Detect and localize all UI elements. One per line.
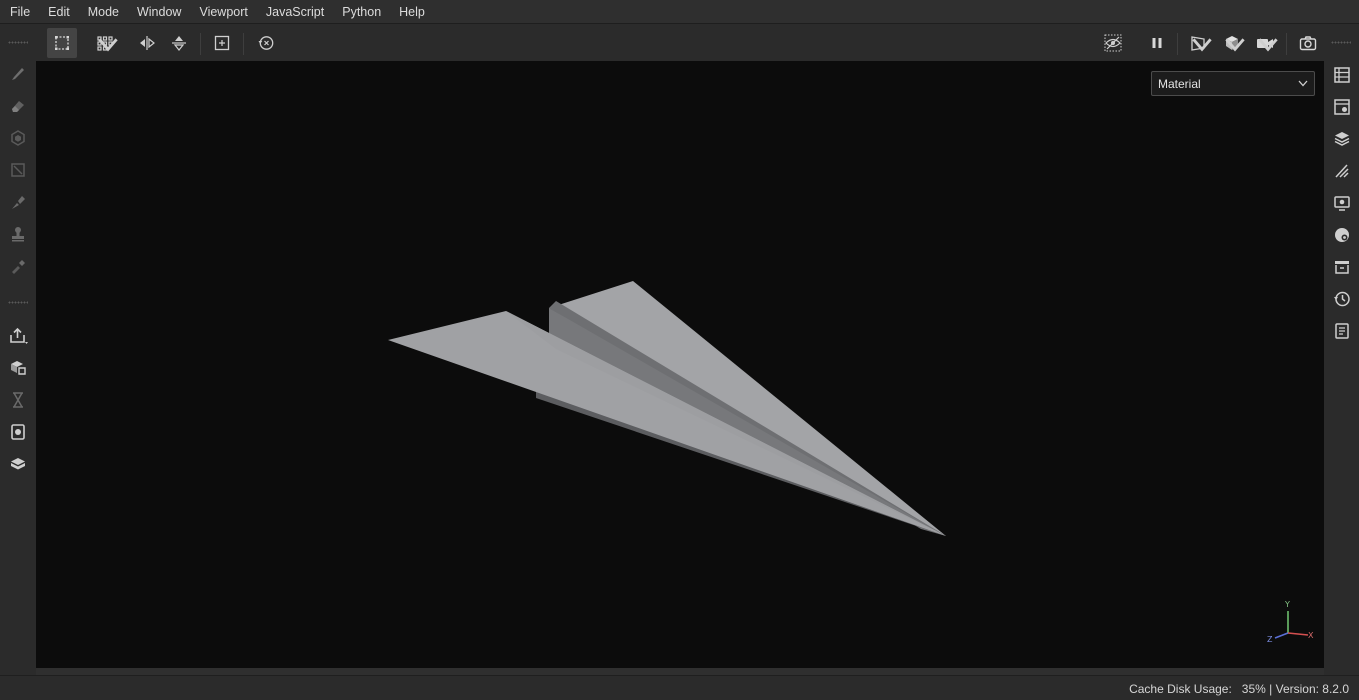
color-picker-icon[interactable]	[2, 251, 34, 281]
3d-viewport[interactable]: Material Y X Z	[36, 61, 1324, 668]
viewport-toolbar	[36, 25, 1324, 61]
viewport-bottom-edge	[36, 668, 1324, 675]
axis-label-z: Z	[1267, 635, 1273, 644]
screenshot-report-icon[interactable]	[2, 417, 34, 447]
polygon-fill-tool-icon[interactable]	[2, 155, 34, 185]
chevron-down-icon	[1298, 80, 1308, 87]
axis-gizmo: Y X Z	[1264, 599, 1320, 647]
menu-bar: File Edit Mode Window Viewport JavaScrip…	[0, 0, 1359, 24]
menu-viewport[interactable]: Viewport	[191, 0, 255, 24]
eraser-icon[interactable]	[2, 91, 34, 121]
tray-grip[interactable]	[8, 41, 28, 44]
texture-set-settings-icon[interactable]	[1326, 92, 1358, 122]
menu-mode[interactable]: Mode	[80, 0, 127, 24]
export-icon[interactable]	[2, 321, 34, 351]
menu-help[interactable]: Help	[391, 0, 433, 24]
shelf-icon[interactable]	[2, 449, 34, 479]
display-mode-dropdown-icon[interactable]	[1217, 28, 1247, 58]
texture-set-list-icon[interactable]	[1326, 60, 1358, 90]
toolbar-separator	[243, 33, 244, 55]
pause-icon[interactable]	[1142, 28, 1172, 58]
chevron-down-icon	[1258, 38, 1278, 52]
shading-mode-select[interactable]: Material	[1151, 71, 1315, 96]
iray-render-icon[interactable]	[2, 385, 34, 415]
display-settings-icon[interactable]	[1326, 188, 1358, 218]
chevron-down-icon	[1192, 38, 1212, 52]
shelf-panel-icon[interactable]	[1326, 252, 1358, 282]
toolbar-separator	[200, 33, 201, 55]
grid-dropdown-icon[interactable]	[90, 28, 120, 58]
paint-brush-icon[interactable]	[2, 59, 34, 89]
left-toolbar	[0, 25, 36, 675]
axis-label-x: X	[1308, 631, 1314, 640]
perspective-dropdown-icon[interactable]	[1184, 28, 1214, 58]
shader-settings-icon[interactable]	[1326, 220, 1358, 250]
chevron-down-icon	[1225, 38, 1245, 52]
menu-python[interactable]: Python	[334, 0, 389, 24]
menu-javascript[interactable]: JavaScript	[258, 0, 332, 24]
bake-icon[interactable]	[2, 353, 34, 383]
status-bar: Cache Disk Usage: 35% | Version: 8.2.0	[0, 675, 1359, 700]
fit-view-icon[interactable]	[207, 28, 237, 58]
polygon-fill-icon[interactable]	[47, 28, 77, 58]
menu-window[interactable]: Window	[129, 0, 189, 24]
layers-icon[interactable]	[1326, 124, 1358, 154]
smudge-icon[interactable]	[2, 187, 34, 217]
toolbar-separator	[1286, 33, 1287, 55]
chevron-down-icon	[98, 38, 118, 52]
axis-label-y: Y	[1285, 600, 1290, 609]
history-icon[interactable]	[1326, 284, 1358, 314]
clone-stamp-icon[interactable]	[2, 219, 34, 249]
camera-dropdown-icon[interactable]	[1250, 28, 1280, 58]
properties-icon[interactable]	[1326, 156, 1358, 186]
paper-plane-model	[388, 281, 946, 536]
hide-icon[interactable]	[1098, 28, 1128, 58]
shading-mode-value: Material	[1158, 76, 1201, 91]
right-panel-tray	[1324, 25, 1359, 675]
tray-grip[interactable]	[1331, 41, 1351, 44]
status-cache-version: Cache Disk Usage: 35% | Version: 8.2.0	[1129, 682, 1349, 696]
tray-grip[interactable]	[8, 301, 28, 304]
menu-file[interactable]: File	[2, 0, 38, 24]
mirror-x-icon[interactable]	[132, 28, 162, 58]
reset-history-icon[interactable]	[251, 28, 281, 58]
toolbar-separator	[1177, 33, 1178, 55]
screenshot-icon[interactable]	[1293, 28, 1323, 58]
menu-edit[interactable]: Edit	[40, 0, 78, 24]
log-icon[interactable]	[1326, 316, 1358, 346]
mirror-y-icon[interactable]	[164, 28, 194, 58]
projection-icon[interactable]	[2, 123, 34, 153]
